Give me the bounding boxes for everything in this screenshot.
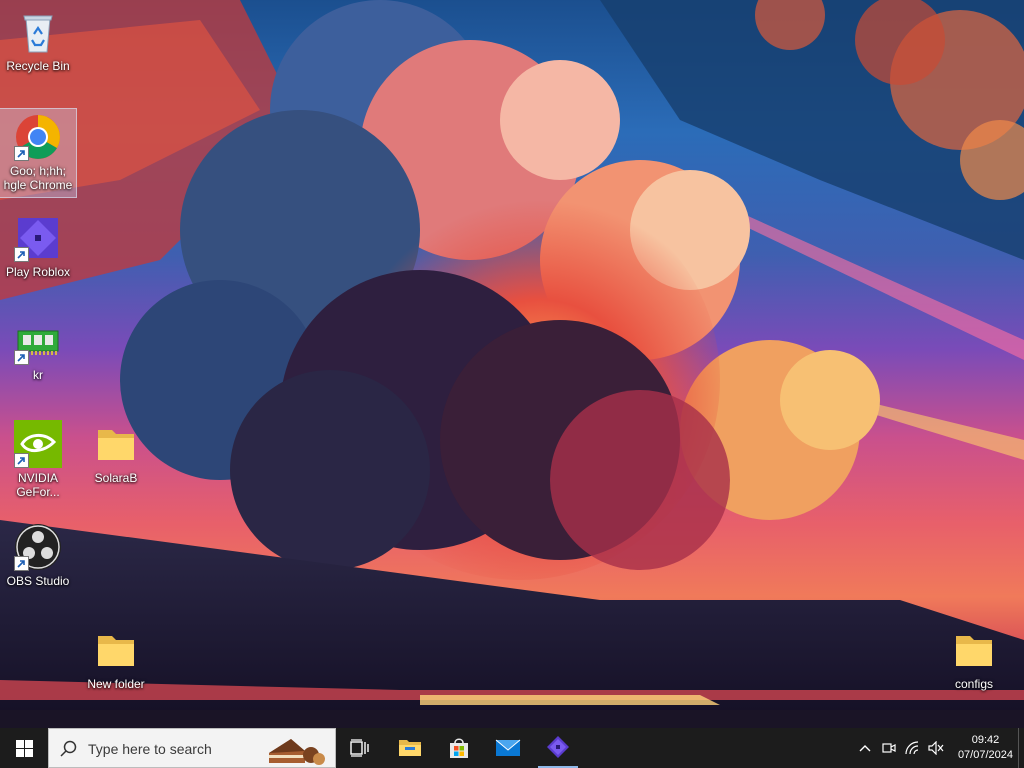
desktop-icon-label: kr [33,368,43,382]
mail-icon [495,739,521,756]
desktop-icon-new-folder[interactable]: New folder [78,622,154,691]
show-hidden-icons-button[interactable] [854,728,876,768]
folder-icon [92,420,140,468]
task-view-button[interactable] [340,728,380,768]
desktop-icon-label: SolaraB [94,471,138,485]
desktop-icon-label: Goo; h;hh; hgle Chrome [3,164,73,192]
shortcut-arrow-icon [14,350,29,365]
desktop-icon-label: configs [954,677,994,691]
volume-muted-icon [928,741,944,755]
file-explorer-button[interactable] [390,728,430,768]
chevron-up-icon [859,745,871,752]
clock-date: 07/07/2024 [957,749,1013,761]
search-icon [60,740,77,757]
desktop-icon-kr[interactable]: kr [0,313,76,382]
taskbar-search-box[interactable]: Type here to search [48,728,336,768]
mail-button[interactable] [488,728,528,768]
roblox-taskbar-button[interactable] [538,728,578,768]
desktop-icon-nvidia-geforce[interactable]: NVIDIA GeFor... [0,416,76,499]
folder-icon [950,626,998,674]
task-view-icon [350,739,369,757]
desktop-icon-solarab[interactable]: SolaraB [78,416,154,485]
show-desktop-button[interactable] [1018,728,1024,768]
meet-now-button[interactable] [878,728,900,768]
shortcut-arrow-icon [14,247,29,262]
network-button[interactable] [902,728,924,768]
desktop-wallpaper [0,0,1024,728]
desktop-icon-obs-studio[interactable]: OBS Studio [0,519,76,588]
search-highlight-cake-icon [269,739,325,765]
roblox-icon [14,214,62,262]
taskbar: Type here to search 09:42 07/07/2024 [0,728,1024,768]
ram-chip-icon [14,317,62,365]
webcam-icon [882,743,896,753]
search-placeholder: Type here to search [88,741,212,757]
clock-time: 09:42 [971,734,1000,746]
desktop-icon-play-roblox[interactable]: Play Roblox [0,210,76,279]
folder-icon [92,626,140,674]
desktop-icon-recycle-bin[interactable]: Recycle Bin [0,4,76,73]
desktop-icon-label: New folder [87,677,145,691]
windows-logo-icon [15,739,33,757]
desktop-icon-chrome[interactable]: Goo; h;hh; hgle Chrome [0,108,77,198]
microsoft-store-button[interactable] [439,728,479,768]
chrome-icon [14,113,62,161]
nvidia-icon [14,420,62,468]
roblox-icon [547,736,569,758]
volume-button[interactable] [925,728,947,768]
file-explorer-icon [399,740,421,756]
shortcut-arrow-icon [14,146,29,161]
system-clock[interactable]: 09:42 07/07/2024 [958,733,1013,763]
obs-icon [14,523,62,571]
desktop-icon-label: OBS Studio [6,574,70,588]
desktop-icon-label: NVIDIA GeFor... [16,471,60,499]
start-button[interactable] [0,728,48,768]
desktop-icon-label: Play Roblox [5,265,71,279]
microsoft-store-icon [450,738,468,758]
recycle-bin-icon [14,8,62,56]
desktop-icon-label: Recycle Bin [6,59,70,73]
desktop-icon-configs[interactable]: configs [936,622,1012,691]
wifi-icon [905,741,919,755]
shortcut-arrow-icon [14,453,29,468]
shortcut-arrow-icon [14,556,29,571]
